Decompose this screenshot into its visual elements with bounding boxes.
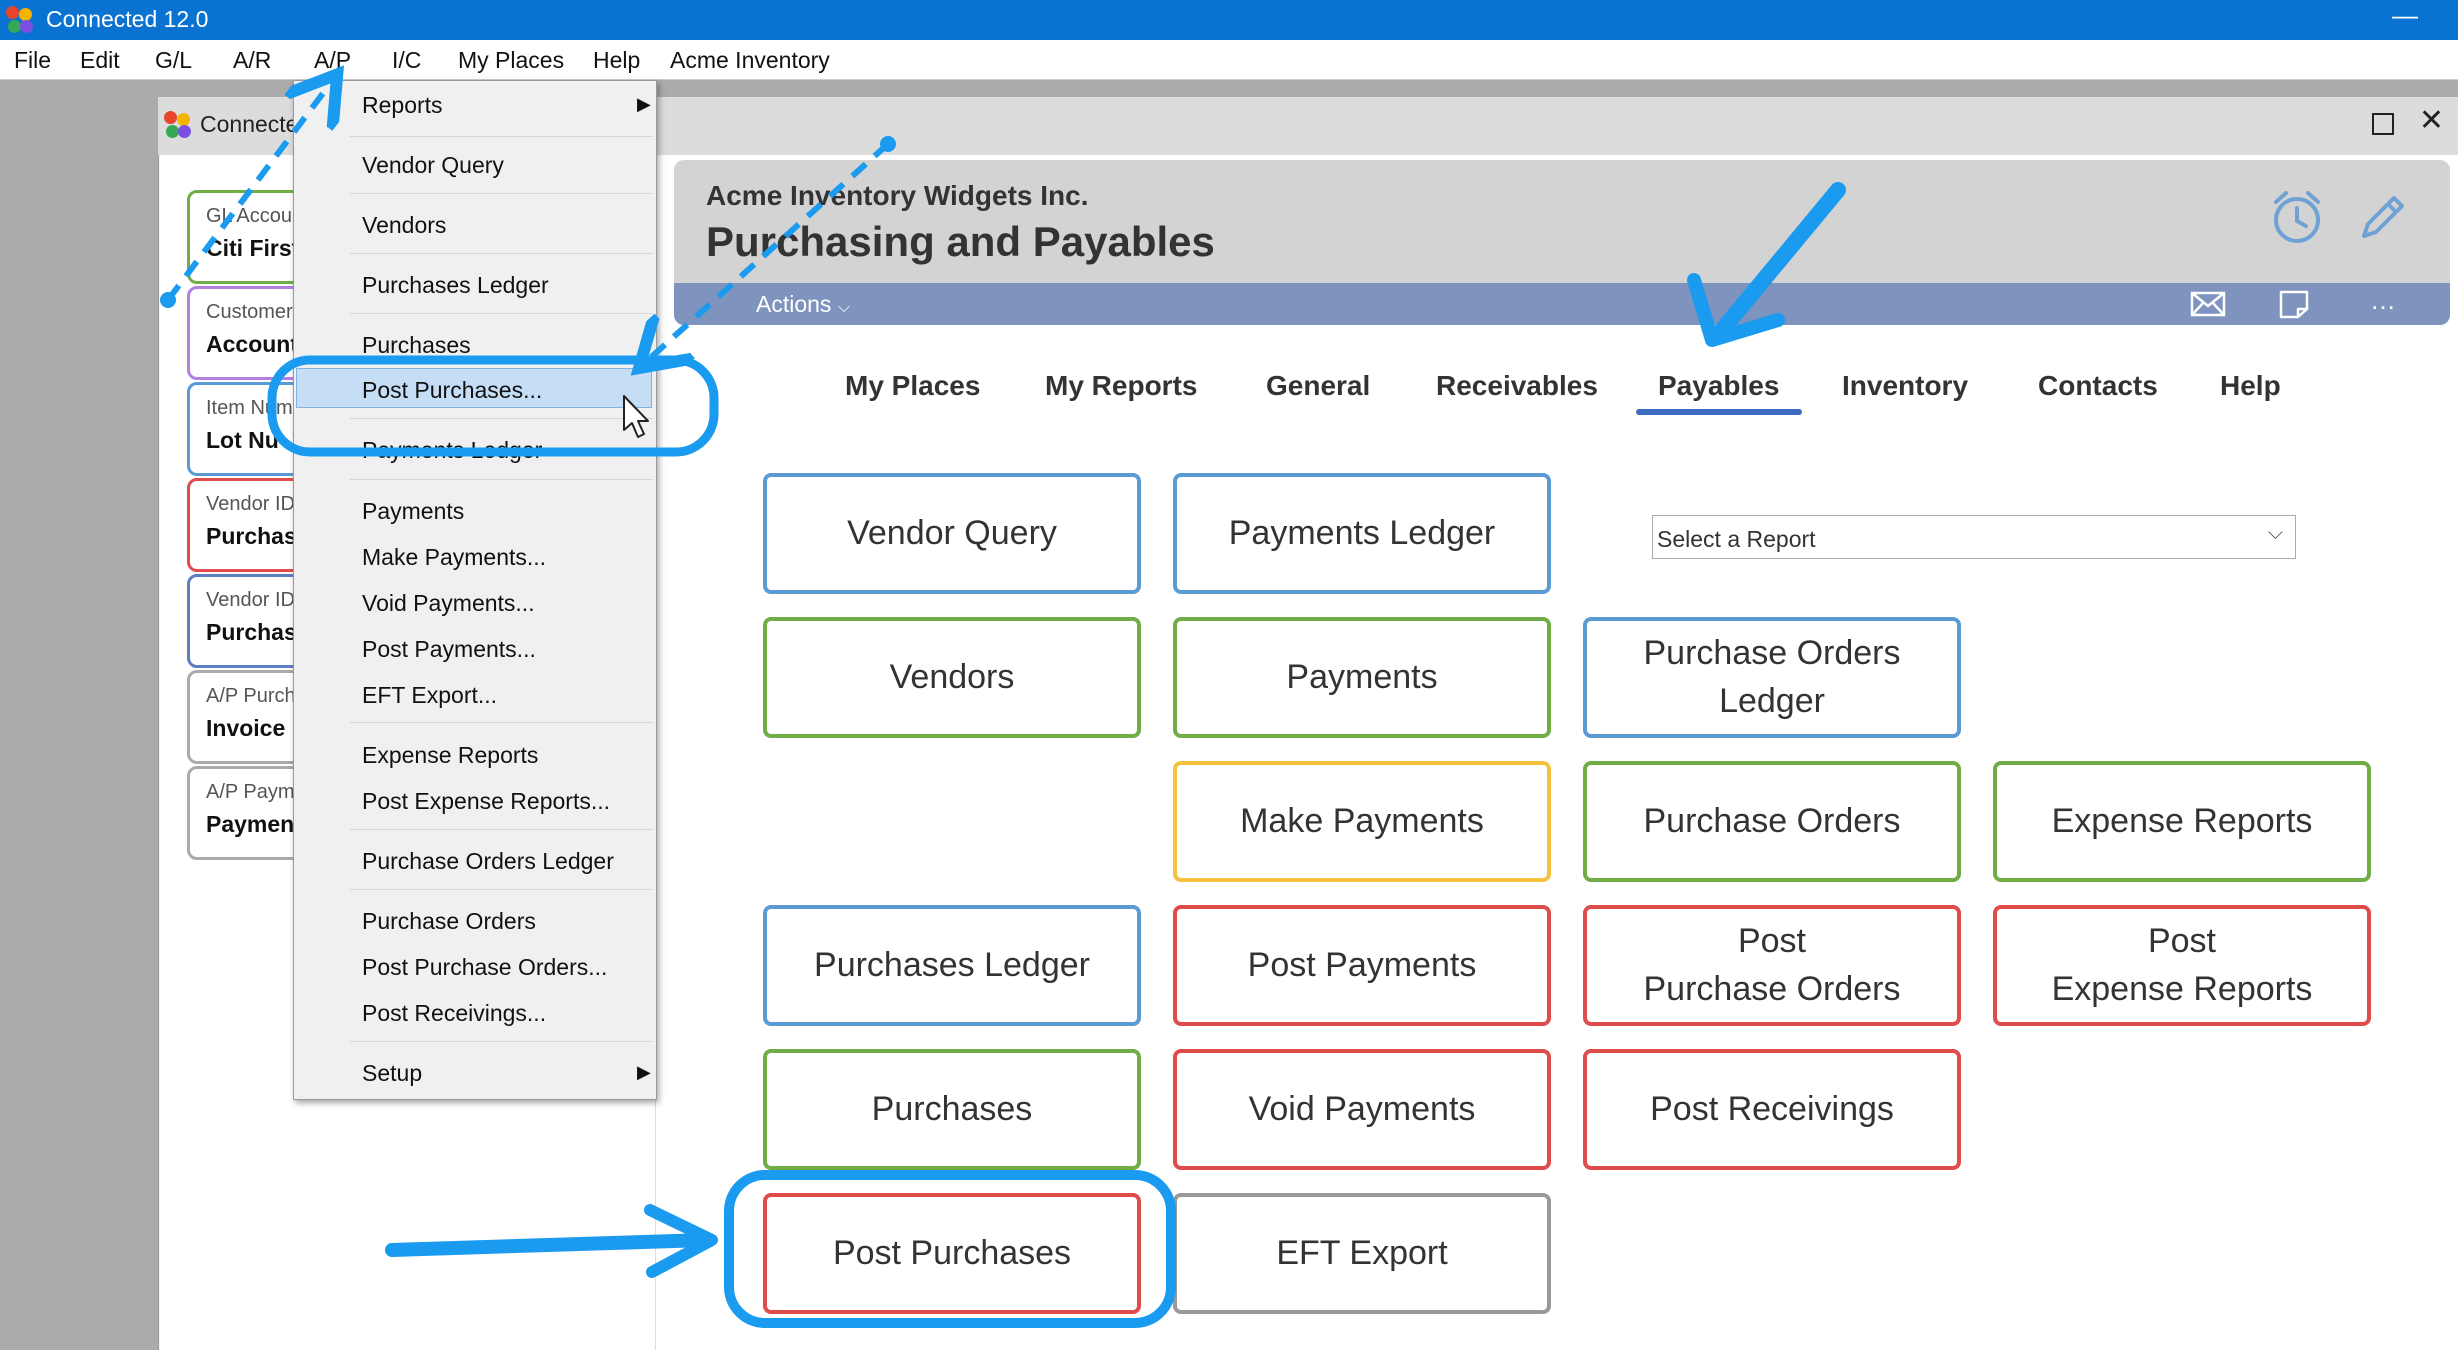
dashed-arrow-to-post-purchases-item [648,136,896,360]
dashed-arrow-to-ap-menu [160,84,330,308]
highlight-ring-post-purchases [724,1170,1176,1328]
arrow-to-post-purchases-button [385,1204,718,1278]
mouse-cursor-icon [623,395,649,438]
highlight-ring-menu-item [267,355,719,457]
annotation-overlay [160,0,1846,1328]
arrow-to-payables-tab [1687,182,1846,347]
